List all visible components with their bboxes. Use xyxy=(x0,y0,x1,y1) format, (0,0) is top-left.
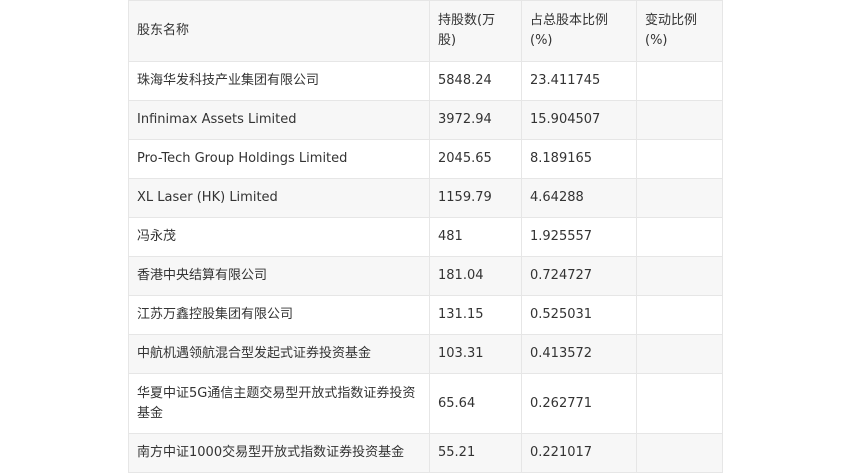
cell-shares: 103.31 xyxy=(429,334,522,374)
cell-ratio: 0.525031 xyxy=(521,295,637,335)
cell-shares: 131.15 xyxy=(429,295,522,335)
cell-shares: 1159.79 xyxy=(429,178,522,218)
table-row: 珠海华发科技产业集团有限公司 5848.24 23.411745 xyxy=(128,61,723,101)
cell-change xyxy=(636,256,723,296)
cell-name: 香港中央结算有限公司 xyxy=(128,256,430,296)
table-row: 华夏中证5G通信主题交易型开放式指数证券投资基金 65.64 0.262771 xyxy=(128,373,723,434)
cell-ratio: 0.724727 xyxy=(521,256,637,296)
cell-name: 南方中证1000交易型开放式指数证券投资基金 xyxy=(128,433,430,473)
cell-change xyxy=(636,433,723,473)
cell-ratio: 0.221017 xyxy=(521,433,637,473)
cell-ratio: 4.64288 xyxy=(521,178,637,218)
table-header-row: 股东名称 持股数(万股) 占总股本比例(%) 变动比例(%) xyxy=(128,0,723,62)
cell-ratio: 0.262771 xyxy=(521,373,637,434)
cell-ratio: 15.904507 xyxy=(521,100,637,140)
cell-name: XL Laser (HK) Limited xyxy=(128,178,430,218)
cell-name: 江苏万鑫控股集团有限公司 xyxy=(128,295,430,335)
cell-name: 华夏中证5G通信主题交易型开放式指数证券投资基金 xyxy=(128,373,430,434)
table-row: XL Laser (HK) Limited 1159.79 4.64288 xyxy=(128,178,723,218)
cell-ratio: 0.413572 xyxy=(521,334,637,374)
cell-name: 冯永茂 xyxy=(128,217,430,257)
cell-change xyxy=(636,373,723,434)
cell-change xyxy=(636,178,723,218)
table-row: 冯永茂 481 1.925557 xyxy=(128,217,723,257)
header-change-ratio: 变动比例(%) xyxy=(636,0,723,62)
cell-shares: 3972.94 xyxy=(429,100,522,140)
table-row: 江苏万鑫控股集团有限公司 131.15 0.525031 xyxy=(128,295,723,335)
header-shares: 持股数(万股) xyxy=(429,0,522,62)
cell-name: 珠海华发科技产业集团有限公司 xyxy=(128,61,430,101)
cell-shares: 55.21 xyxy=(429,433,522,473)
table-row: Pro-Tech Group Holdings Limited 2045.65 … xyxy=(128,139,723,179)
cell-change xyxy=(636,139,723,179)
cell-shares: 65.64 xyxy=(429,373,522,434)
table-row: 南方中证1000交易型开放式指数证券投资基金 55.21 0.221017 xyxy=(128,433,723,473)
header-shareholder-name: 股东名称 xyxy=(128,0,430,62)
cell-shares: 181.04 xyxy=(429,256,522,296)
table-row: 香港中央结算有限公司 181.04 0.724727 xyxy=(128,256,723,296)
cell-shares: 481 xyxy=(429,217,522,257)
cell-ratio: 1.925557 xyxy=(521,217,637,257)
header-share-ratio: 占总股本比例(%) xyxy=(521,0,637,62)
table-row: 中航机遇领航混合型发起式证券投资基金 103.31 0.413572 xyxy=(128,334,723,374)
cell-change xyxy=(636,295,723,335)
cell-change xyxy=(636,61,723,101)
cell-change xyxy=(636,217,723,257)
cell-name: 中航机遇领航混合型发起式证券投资基金 xyxy=(128,334,430,374)
table-row: Infinimax Assets Limited 3972.94 15.9045… xyxy=(128,100,723,140)
cell-ratio: 23.411745 xyxy=(521,61,637,101)
shareholder-table-container: 股东名称 持股数(万股) 占总股本比例(%) 变动比例(%) 珠海华发科技产业集… xyxy=(128,0,723,473)
cell-ratio: 8.189165 xyxy=(521,139,637,179)
cell-change xyxy=(636,334,723,374)
cell-name: Infinimax Assets Limited xyxy=(128,100,430,140)
cell-change xyxy=(636,100,723,140)
shareholder-table: 股东名称 持股数(万股) 占总股本比例(%) 变动比例(%) 珠海华发科技产业集… xyxy=(128,0,723,473)
cell-name: Pro-Tech Group Holdings Limited xyxy=(128,139,430,179)
cell-shares: 5848.24 xyxy=(429,61,522,101)
cell-shares: 2045.65 xyxy=(429,139,522,179)
